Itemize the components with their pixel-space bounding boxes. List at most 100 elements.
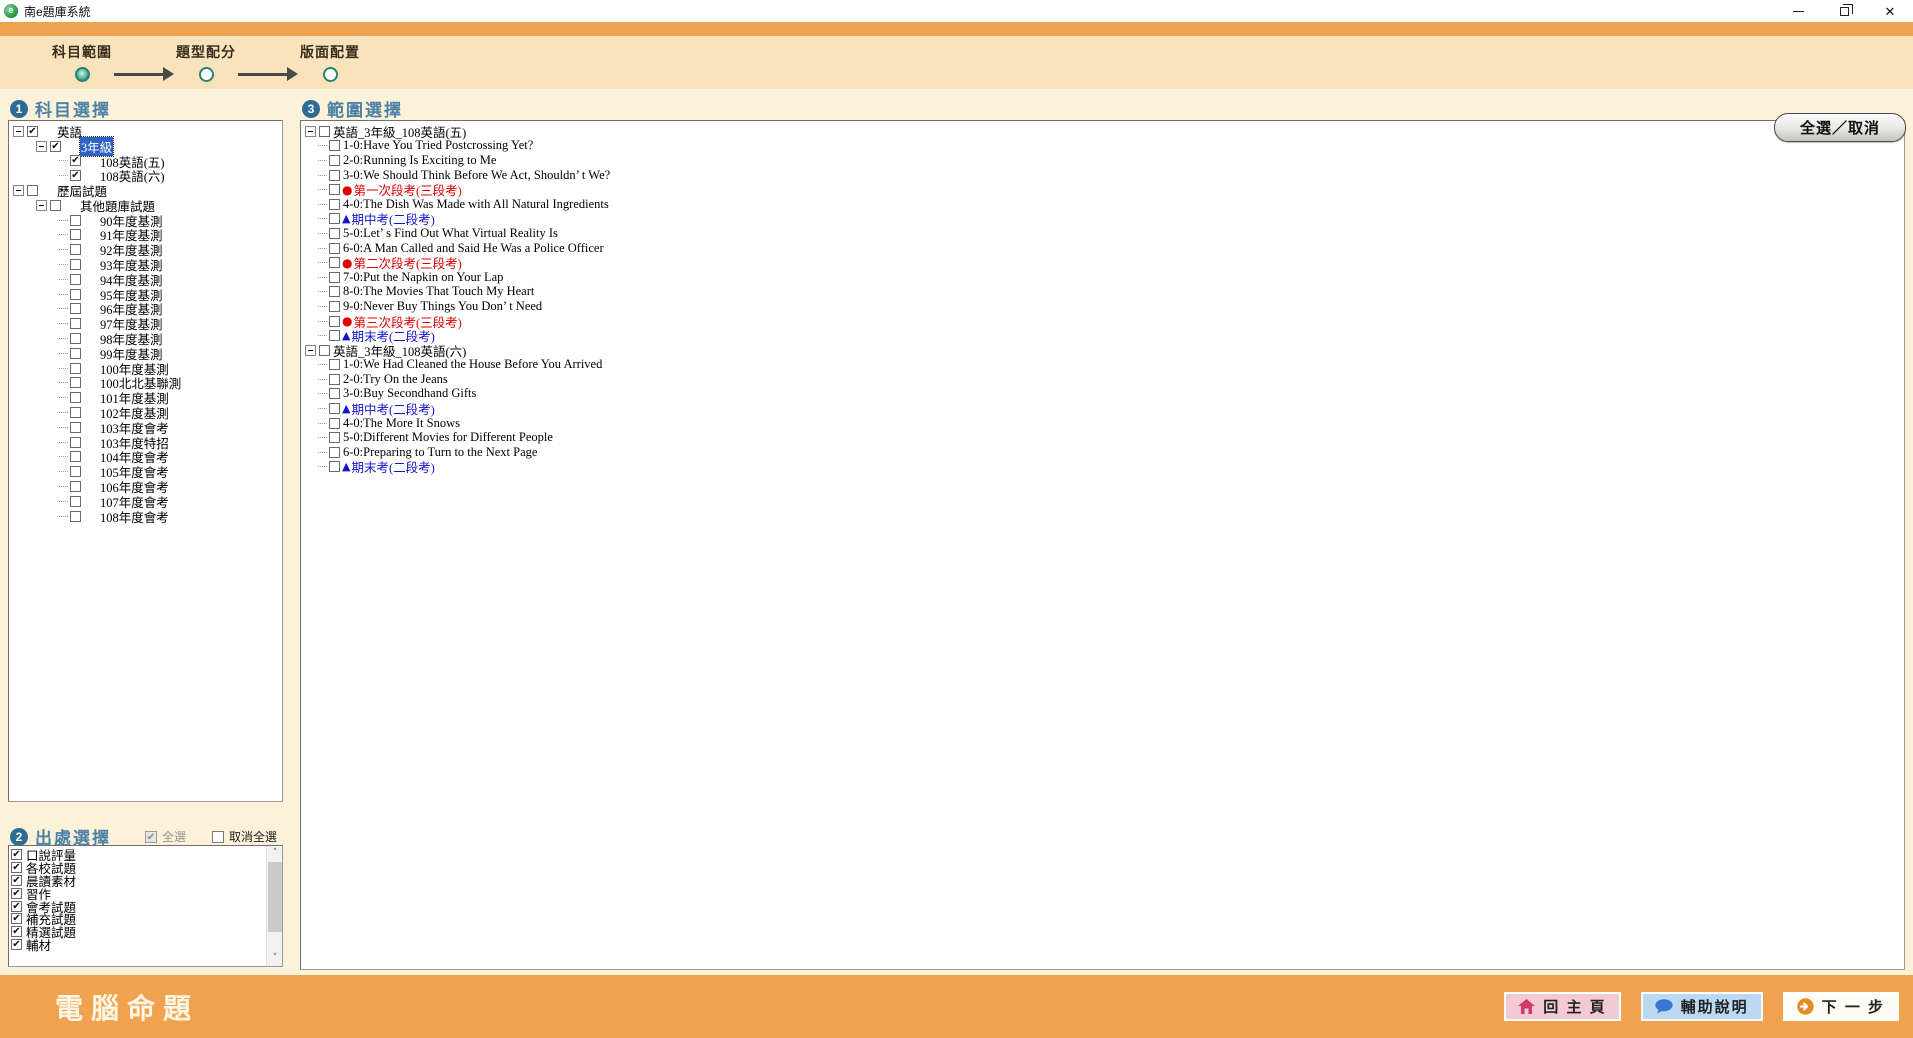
tree-node-checkbox[interactable] <box>70 259 81 270</box>
step-subject-range[interactable]: 科目範圍 <box>52 42 112 82</box>
tree-row[interactable]: 6-0:A Man Called and Said He Was a Polic… <box>303 241 1904 256</box>
tree-node-checkbox[interactable] <box>329 447 340 458</box>
tree-row[interactable]: 8-0:The Movies That Touch My Heart <box>303 285 1904 300</box>
tree-row[interactable]: 7-0:Put the Napkin on Your Lap <box>303 270 1904 285</box>
tree-node-label[interactable]: 2-0:Running Is Exciting to Me <box>343 153 496 168</box>
tree-node-checkbox[interactable] <box>70 274 81 285</box>
tree-node-label[interactable]: 2-0:Try On the Jeans <box>343 372 448 387</box>
tree-node-checkbox[interactable] <box>329 330 340 341</box>
tree-node-label[interactable]: 8-0:The Movies That Touch My Heart <box>343 284 534 299</box>
tree-row[interactable]: ▲期中考(二段考) <box>303 401 1904 416</box>
tree-node-checkbox[interactable] <box>70 481 81 492</box>
tree-node-label[interactable]: 1-0:We Had Cleaned the House Before You … <box>343 357 602 372</box>
tree-node-checkbox[interactable] <box>70 437 81 448</box>
tree-node-checkbox[interactable] <box>329 316 340 327</box>
tree-node-checkbox[interactable]: ✔ <box>70 170 81 181</box>
tree-node-checkbox[interactable]: ✔ <box>50 141 61 152</box>
collapse-expander-icon[interactable] <box>36 200 47 211</box>
tree-row[interactable]: ✔ 108英語(六) <box>11 168 282 183</box>
tree-node-checkbox[interactable] <box>329 140 340 151</box>
tree-node-label[interactable]: 4-0:The More It Snows <box>343 416 460 431</box>
source-item-checkbox[interactable]: ✔ <box>11 939 22 950</box>
tree-node-checkbox[interactable] <box>329 432 340 443</box>
tree-node-checkbox[interactable] <box>70 303 81 314</box>
tree-row[interactable]: 2-0:Try On the Jeans <box>303 372 1904 387</box>
tree-node-checkbox[interactable] <box>70 422 81 433</box>
tree-node-checkbox[interactable] <box>329 243 340 254</box>
home-button[interactable]: 回 主 頁 <box>1504 992 1620 1021</box>
tree-node-checkbox[interactable] <box>70 363 81 374</box>
collapse-expander-icon[interactable] <box>13 126 24 137</box>
tree-node-checkbox[interactable] <box>329 272 340 283</box>
tree-node-checkbox[interactable] <box>329 213 340 224</box>
tree-node-checkbox[interactable] <box>70 511 81 522</box>
source-scrollbar[interactable]: ˄ ˅ <box>266 846 282 966</box>
tree-row[interactable]: 3-0:Buy Secondhand Gifts <box>303 387 1904 402</box>
tree-node-label[interactable]: 期末考(二段考) <box>351 457 434 476</box>
tree-node-checkbox[interactable] <box>329 461 340 472</box>
tree-row[interactable]: ●第一次段考(三段考) <box>303 182 1904 197</box>
tree-node-label[interactable]: 108年度會考 <box>100 507 169 526</box>
tree-node-checkbox[interactable] <box>329 418 340 429</box>
tree-node-checkbox[interactable] <box>70 496 81 507</box>
select-all-toggle-button[interactable]: 全選／取消 <box>1774 113 1906 142</box>
tree-node-checkbox[interactable] <box>70 377 81 388</box>
tree-row[interactable]: ✔英語 <box>11 124 282 139</box>
help-button[interactable]: 輔助說明 <box>1641 992 1763 1021</box>
source-item-checkbox[interactable]: ✔ <box>11 862 22 873</box>
tree-node-checkbox[interactable] <box>70 407 81 418</box>
tree-node-checkbox[interactable] <box>329 388 340 399</box>
tree-node-checkbox[interactable] <box>70 244 81 255</box>
tree-node-checkbox[interactable] <box>70 289 81 300</box>
tree-row[interactable]: 5-0:Let’ s Find Out What Virtual Reality… <box>303 226 1904 241</box>
select-all-checkbox[interactable]: ✔ <box>145 831 157 843</box>
tree-node-checkbox[interactable] <box>70 348 81 359</box>
source-item-checkbox[interactable]: ✔ <box>11 926 22 937</box>
tree-row[interactable]: ●第三次段考(三段考) <box>303 314 1904 329</box>
collapse-expander-icon[interactable] <box>13 185 24 196</box>
tree-node-checkbox[interactable] <box>70 333 81 344</box>
collapse-expander-icon[interactable] <box>305 345 316 356</box>
tree-row[interactable]: 1-0:We Had Cleaned the House Before You … <box>303 358 1904 373</box>
tree-node-checkbox[interactable] <box>329 286 340 297</box>
scroll-down-icon[interactable]: ˅ <box>267 951 283 966</box>
tree-row[interactable]: ▲期末考(二段考) <box>303 328 1904 343</box>
tree-node-checkbox[interactable] <box>70 392 81 403</box>
tree-node-checkbox[interactable] <box>329 257 340 268</box>
source-item-checkbox[interactable]: ✔ <box>11 901 22 912</box>
source-item-checkbox[interactable]: ✔ <box>11 888 22 899</box>
tree-node-checkbox[interactable] <box>27 185 38 196</box>
tree-row[interactable]: 3-0:We Should Think Before We Act, Shoul… <box>303 168 1904 183</box>
tree-node-checkbox[interactable] <box>70 215 81 226</box>
tree-node-checkbox[interactable] <box>319 126 330 137</box>
scrollbar-thumb[interactable] <box>268 862 282 932</box>
tree-node-checkbox[interactable] <box>329 199 340 210</box>
minimize-button[interactable] <box>1775 0 1821 22</box>
tree-node-checkbox[interactable] <box>329 403 340 414</box>
tree-node-checkbox[interactable] <box>329 184 340 195</box>
tree-node-label[interactable]: 英語 <box>57 122 82 141</box>
tree-row[interactable]: ●第二次段考(三段考) <box>303 255 1904 270</box>
tree-node-checkbox[interactable] <box>70 451 81 462</box>
deselect-all-checkbox[interactable] <box>212 831 224 843</box>
tree-node-checkbox[interactable] <box>329 170 340 181</box>
tree-row[interactable]: ▲期中考(二段考) <box>303 212 1904 227</box>
tree-node-checkbox[interactable] <box>329 374 340 385</box>
tree-row[interactable]: 4-0:The Dish Was Made with All Natural I… <box>303 197 1904 212</box>
tree-node-checkbox[interactable] <box>329 359 340 370</box>
tree-node-label[interactable]: 5-0:Different Movies for Different Peopl… <box>343 430 553 445</box>
tree-row[interactable]: 2-0:Running Is Exciting to Me <box>303 153 1904 168</box>
collapse-expander-icon[interactable] <box>305 126 316 137</box>
source-item-checkbox[interactable]: ✔ <box>11 849 22 860</box>
next-step-button[interactable]: 下 一 步 <box>1783 992 1899 1021</box>
close-button[interactable]: ✕ <box>1867 0 1913 22</box>
tree-node-checkbox[interactable] <box>319 345 330 356</box>
tree-node-checkbox[interactable] <box>329 155 340 166</box>
step-layout[interactable]: 版面配置 <box>300 42 360 82</box>
tree-row[interactable]: 4-0:The More It Snows <box>303 416 1904 431</box>
tree-row[interactable]: 9-0:Never Buy Things You Don’ t Need <box>303 299 1904 314</box>
tree-node-checkbox[interactable] <box>70 318 81 329</box>
tree-row[interactable]: ▲期末考(二段考) <box>303 460 1904 475</box>
tree-node-label[interactable]: 108英語(六) <box>100 166 165 185</box>
source-item-checkbox[interactable]: ✔ <box>11 913 22 924</box>
